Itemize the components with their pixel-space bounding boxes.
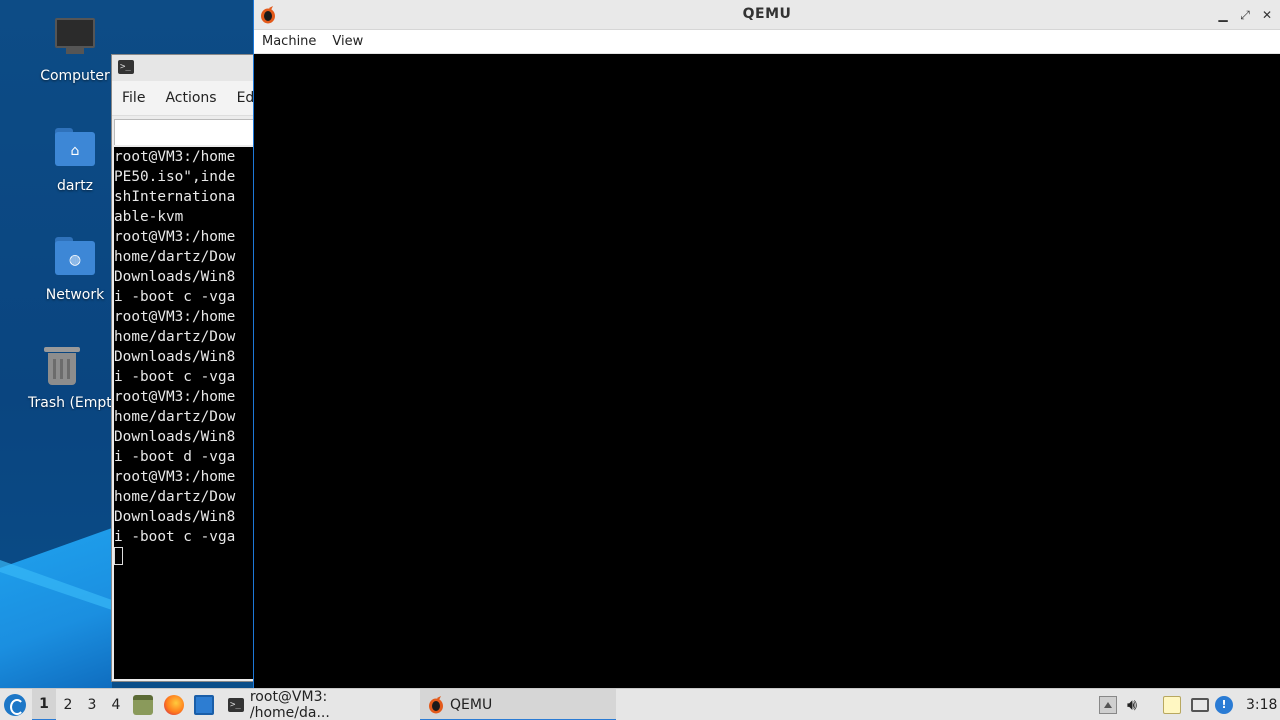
terminal-line: PE50.iso",inde bbox=[114, 169, 236, 185]
terminal-line: shInternationa bbox=[114, 189, 236, 205]
computer-icon bbox=[53, 18, 97, 62]
desktop-icon-network[interactable]: ◍ Network bbox=[25, 237, 125, 303]
close-icon[interactable]: ✕ bbox=[1260, 6, 1274, 24]
tray-updates[interactable]: ! bbox=[1215, 689, 1233, 720]
qemu-titlebar[interactable]: QEMU ▁ ⤢ ✕ bbox=[254, 0, 1280, 30]
desktop-icon-home-folder[interactable]: ⌂ dartz bbox=[25, 128, 125, 194]
desktop-icon-trash[interactable]: Trash (Empty) bbox=[20, 345, 112, 411]
terminal-cursor-line bbox=[114, 547, 270, 568]
menu-file[interactable]: File bbox=[122, 90, 145, 106]
task-qemu[interactable]: QEMU bbox=[420, 689, 616, 720]
minimize-icon[interactable]: ▁ bbox=[1216, 6, 1230, 24]
desktop-switch-4[interactable]: 4 bbox=[104, 689, 128, 720]
terminal-titlebar[interactable]: >_ bbox=[112, 55, 270, 81]
desktop-icon-computer[interactable]: Computer bbox=[25, 18, 125, 84]
qemu-window[interactable]: QEMU ▁ ⤢ ✕ Machine View bbox=[253, 0, 1280, 690]
terminal-line: home/dartz/Dow bbox=[114, 249, 236, 265]
display-icon bbox=[1191, 698, 1209, 712]
qemu-menubar: Machine View bbox=[254, 30, 1280, 54]
desktop-switch-1[interactable]: 1 bbox=[32, 689, 56, 720]
tray-display[interactable] bbox=[1191, 689, 1209, 720]
launcher-file-manager[interactable] bbox=[133, 689, 153, 720]
desktop-icon-label: Trash (Empty) bbox=[28, 395, 112, 411]
terminal-menubar: File Actions Ed bbox=[112, 81, 270, 115]
terminal-line: root@VM3:/home bbox=[114, 309, 236, 325]
terminal-line: root@VM3:/home bbox=[114, 149, 236, 165]
show-desktop-icon bbox=[194, 695, 214, 715]
volume-icon: 🔊︎ bbox=[1127, 695, 1138, 714]
menu-edit[interactable]: Ed bbox=[237, 90, 255, 106]
terminal-line: Downloads/Win8 bbox=[114, 269, 236, 285]
tray-network[interactable] bbox=[1099, 689, 1117, 720]
terminal-icon: >_ bbox=[118, 60, 134, 74]
terminal-line: i -boot c -vga bbox=[114, 529, 236, 545]
start-menu-button[interactable] bbox=[4, 689, 28, 720]
terminal-line: Downloads/Win8 bbox=[114, 349, 236, 365]
network-tray-icon bbox=[1099, 696, 1117, 714]
taskbar: 1 2 3 4 >_ root@VM3: /home/da... QEMU 🔊︎ bbox=[0, 688, 1280, 720]
terminal-output[interactable]: root@VM3:/home PE50.iso",inde shInternat… bbox=[114, 147, 270, 679]
terminal-line: able-kvm bbox=[114, 209, 184, 225]
terminal-window[interactable]: >_ File Actions Ed root@VM3:/home PE50.i… bbox=[111, 54, 271, 682]
desktop-switch-3[interactable]: 3 bbox=[80, 689, 104, 720]
terminal-tabbar bbox=[112, 115, 270, 145]
menu-actions[interactable]: Actions bbox=[165, 90, 216, 106]
terminal-icon: >_ bbox=[228, 698, 244, 712]
file-manager-icon bbox=[133, 695, 153, 715]
desktop-icon-label: Computer bbox=[40, 68, 110, 84]
wallpaper-accent bbox=[0, 528, 112, 688]
maximize-icon[interactable]: ⤢ bbox=[1238, 6, 1252, 24]
home-folder-icon: ⌂ bbox=[53, 128, 97, 172]
desktop-icon-label: dartz bbox=[56, 178, 94, 194]
notification-icon: ! bbox=[1215, 696, 1233, 714]
terminal-line: root@VM3:/home bbox=[114, 469, 236, 485]
tray-volume[interactable]: 🔊︎ bbox=[1127, 689, 1137, 720]
start-menu-icon bbox=[4, 694, 26, 716]
terminal-line: Downloads/Win8 bbox=[114, 509, 236, 525]
terminal-line: home/dartz/Dow bbox=[114, 329, 236, 345]
task-qemu-label: QEMU bbox=[450, 697, 493, 713]
terminal-line: i -boot c -vga bbox=[114, 369, 236, 385]
terminal-tab[interactable] bbox=[114, 119, 270, 145]
launcher-show-desktop[interactable] bbox=[194, 689, 214, 720]
network-folder-icon: ◍ bbox=[53, 237, 97, 281]
terminal-line: root@VM3:/home bbox=[114, 229, 236, 245]
menu-view[interactable]: View bbox=[332, 34, 363, 49]
qemu-icon bbox=[429, 696, 443, 714]
task-terminal[interactable]: >_ root@VM3: /home/da... bbox=[220, 689, 418, 720]
terminal-line: i -boot c -vga bbox=[114, 289, 236, 305]
trash-icon bbox=[40, 345, 84, 389]
clipboard-icon bbox=[1163, 696, 1181, 714]
menu-machine[interactable]: Machine bbox=[262, 34, 316, 49]
desktop-switch-2[interactable]: 2 bbox=[56, 689, 80, 720]
launcher-firefox[interactable] bbox=[164, 689, 184, 720]
terminal-line: home/dartz/Dow bbox=[114, 409, 236, 425]
qemu-vm-display[interactable] bbox=[254, 55, 1280, 690]
desktop-icon-label: Network bbox=[45, 287, 105, 303]
terminal-line: i -boot d -vga bbox=[114, 449, 236, 465]
terminal-line: home/dartz/Dow bbox=[114, 489, 236, 505]
qemu-window-title: QEMU bbox=[742, 6, 792, 22]
clock[interactable]: 3:18 bbox=[1246, 689, 1277, 720]
terminal-line: root@VM3:/home bbox=[114, 389, 236, 405]
text-cursor bbox=[114, 547, 123, 565]
task-terminal-label: root@VM3: /home/da... bbox=[249, 689, 330, 720]
tray-clipboard[interactable] bbox=[1163, 689, 1181, 720]
firefox-icon bbox=[164, 695, 184, 715]
terminal-line: Downloads/Win8 bbox=[114, 429, 236, 445]
